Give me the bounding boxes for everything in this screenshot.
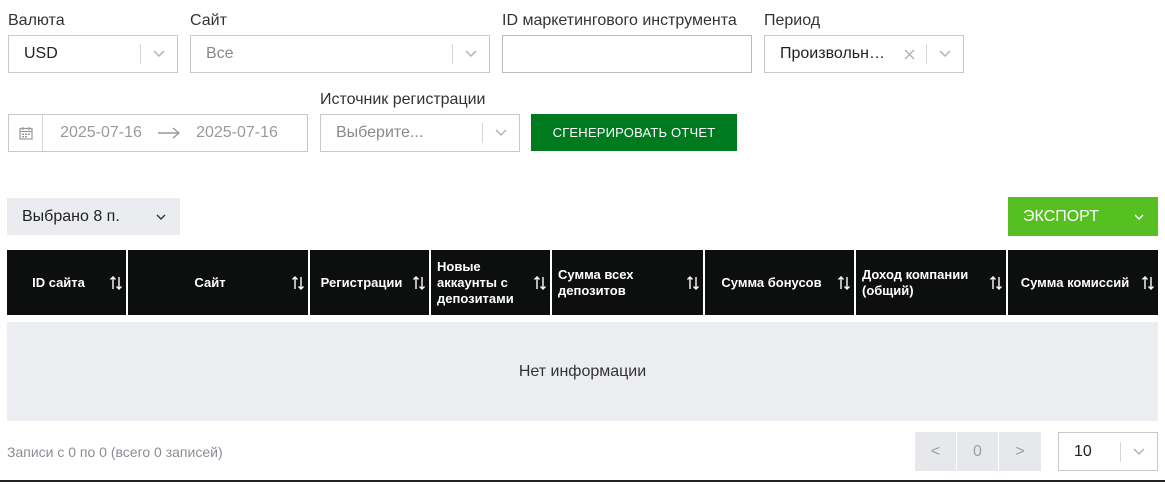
column-header-label: Новые аккаунты с депозитами bbox=[437, 258, 514, 306]
columns-selected-label: Выбрано 8 п. bbox=[22, 207, 120, 225]
current-page[interactable]: 0 bbox=[957, 432, 999, 471]
site-label: Сайт bbox=[190, 12, 227, 29]
column-header-label: ID сайта bbox=[32, 274, 85, 290]
empty-table-message: Нет информации bbox=[7, 322, 1158, 421]
column-header-site[interactable]: Сайт bbox=[128, 250, 310, 315]
column-header-label: Сайт bbox=[194, 274, 226, 290]
marketing-tool-id-input[interactable] bbox=[502, 35, 752, 73]
calendar-icon[interactable] bbox=[9, 115, 43, 151]
chevron-down-icon bbox=[156, 208, 166, 226]
sort-icon[interactable] bbox=[837, 275, 851, 291]
chevron-down-icon[interactable] bbox=[927, 50, 963, 58]
close-icon[interactable] bbox=[892, 48, 926, 60]
column-header-label: Сумма всех депозитов bbox=[558, 266, 634, 298]
page-size-value: 10 bbox=[1074, 442, 1092, 460]
column-header-bonus-sum[interactable]: Сумма бонусов bbox=[705, 250, 856, 315]
export-button[interactable]: ЭКСПОРТ bbox=[1008, 197, 1158, 236]
column-header-commission-sum[interactable]: Сумма комиссий bbox=[1008, 250, 1158, 315]
date-to[interactable]: 2025-07-16 bbox=[187, 124, 287, 142]
currency-label: Валюта bbox=[8, 12, 65, 29]
marketing-tool-id-label: ID маркетингового инструмента bbox=[502, 12, 737, 29]
column-header-label: Сумма бонусов bbox=[721, 274, 822, 290]
column-header-company-income[interactable]: Доход компании (общий) bbox=[856, 250, 1008, 315]
site-select[interactable]: Все bbox=[190, 35, 490, 73]
page-size-select[interactable]: 10 bbox=[1058, 432, 1158, 471]
sort-icon[interactable] bbox=[412, 275, 426, 291]
chevron-down-icon[interactable] bbox=[1121, 447, 1157, 456]
period-select[interactable]: Произвольн… bbox=[764, 35, 964, 73]
chevron-down-icon[interactable] bbox=[1134, 208, 1144, 226]
registration-source-select[interactable]: Выберите... bbox=[320, 114, 520, 152]
date-from[interactable]: 2025-07-16 bbox=[51, 124, 151, 142]
period-value: Произвольн… bbox=[780, 45, 885, 62]
date-range-picker[interactable]: 2025-07-16 2025-07-16 bbox=[8, 114, 308, 152]
currency-select[interactable]: USD bbox=[8, 35, 178, 73]
column-header-registrations[interactable]: Регистрации bbox=[310, 250, 431, 315]
next-page-button[interactable]: > bbox=[999, 432, 1041, 471]
sort-icon[interactable] bbox=[989, 275, 1003, 291]
sort-icon[interactable] bbox=[291, 275, 305, 291]
column-header-new-deposit-accounts[interactable]: Новые аккаунты с депозитами bbox=[431, 250, 552, 315]
column-header-site-id[interactable]: ID сайта bbox=[7, 250, 128, 315]
site-value: Все bbox=[206, 45, 234, 62]
chevron-down-icon[interactable] bbox=[453, 50, 489, 58]
export-label: ЭКСПОРТ bbox=[1023, 207, 1099, 225]
arrow-right-icon bbox=[151, 127, 187, 139]
records-info: Записи с 0 по 0 (всего 0 записей) bbox=[7, 444, 223, 460]
generate-report-button[interactable]: Сгенерировать отчет bbox=[531, 114, 737, 151]
sort-icon[interactable] bbox=[686, 275, 700, 291]
column-header-label: Регистрации bbox=[320, 274, 403, 290]
prev-page-button[interactable]: < bbox=[915, 432, 957, 471]
registration-source-placeholder: Выберите... bbox=[336, 124, 424, 141]
column-header-total-deposits[interactable]: Сумма всех депозитов bbox=[552, 250, 705, 315]
chevron-down-icon[interactable] bbox=[483, 129, 519, 137]
bottom-divider bbox=[0, 480, 1165, 482]
sort-icon[interactable] bbox=[109, 275, 123, 291]
chevron-down-icon[interactable] bbox=[141, 50, 177, 58]
period-label: Период bbox=[764, 12, 821, 29]
sort-icon[interactable] bbox=[1141, 275, 1155, 291]
table-header: ID сайта Сайт Регистрации Новые аккаунты… bbox=[7, 250, 1158, 315]
sort-icon[interactable] bbox=[533, 275, 547, 291]
column-header-label: Доход компании (общий) bbox=[862, 266, 969, 298]
report-table: ID сайта Сайт Регистрации Новые аккаунты… bbox=[7, 250, 1158, 421]
columns-select[interactable]: Выбрано 8 п. bbox=[7, 198, 180, 235]
registration-source-label: Источник регистрации bbox=[320, 91, 486, 108]
pagination: < 0 > bbox=[915, 432, 1041, 471]
column-header-label: Сумма комиссий bbox=[1020, 274, 1130, 290]
currency-value: USD bbox=[24, 45, 58, 62]
